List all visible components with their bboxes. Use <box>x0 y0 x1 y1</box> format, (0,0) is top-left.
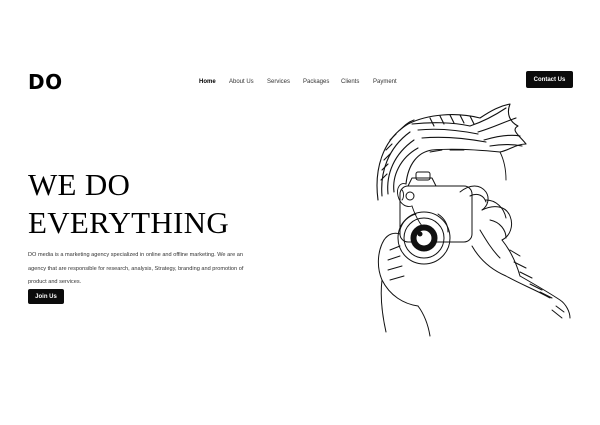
camera-sketch <box>397 171 473 265</box>
hero-title-line-1: WE DO <box>28 167 131 202</box>
nav-item-home[interactable]: Home <box>199 79 216 85</box>
nav-item-clients[interactable]: Clients <box>341 79 359 85</box>
hero-title: WE DO EVERYTHING <box>28 166 229 242</box>
contact-us-button[interactable]: Contact Us <box>526 71 573 88</box>
nav-item-packages[interactable]: Packages <box>303 79 329 85</box>
hero-description: DO media is a marketing agency specializ… <box>28 252 244 285</box>
photographer-with-camera-sketch-icon <box>376 103 571 337</box>
nav-item-payment[interactable]: Payment <box>373 79 397 85</box>
hands-sketch <box>377 185 571 337</box>
nav-item-services[interactable]: Services <box>267 79 290 85</box>
nav-item-about-us[interactable]: About Us <box>229 79 254 85</box>
join-us-button[interactable]: Join Us <box>28 289 64 304</box>
hero-title-line-2: EVERYTHING <box>28 205 230 240</box>
brand-logo[interactable]: DO <box>28 70 63 94</box>
